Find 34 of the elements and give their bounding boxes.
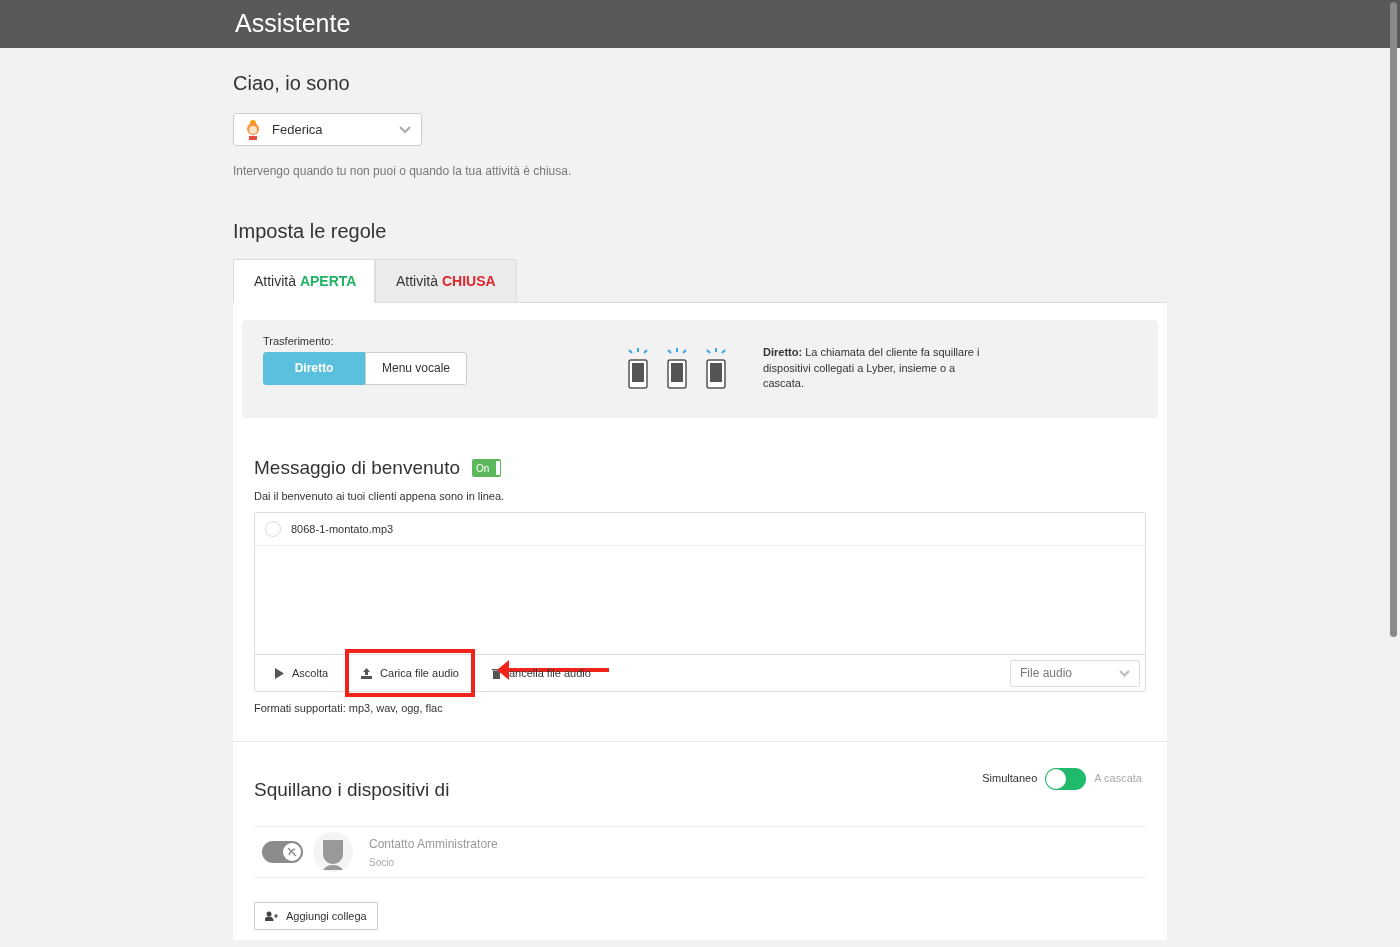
mode-label: A cascata	[1094, 771, 1142, 787]
supported-formats: Formati supportati: mp3, wav, ogg, flac	[254, 701, 444, 716]
avatar-icon	[244, 118, 262, 141]
section-heading: Ciao, io sono	[233, 71, 351, 96]
transfer-option[interactable]: Menu vocale	[365, 351, 467, 385]
assistant-description: Intervengo quando tu non puoi o quando la tua attività è chiusa.	[233, 163, 573, 180]
page-title: Assistente	[235, 8, 351, 40]
trash-icon	[491, 667, 501, 679]
person-silhouette-icon	[313, 832, 353, 872]
upload-icon	[361, 667, 373, 679]
add-user-icon	[265, 911, 278, 921]
welcome-description: Dai il benvenuto ai tuoi clienti appena sono in linea.	[254, 488, 506, 504]
tab[interactable]: Attività CHIUSA	[375, 259, 517, 303]
member-role: Socio	[369, 855, 395, 870]
radio-button[interactable]	[265, 521, 281, 537]
audio-action-button[interactable]: Ascolta	[275, 664, 329, 682]
mode-label: Simultaneo	[982, 771, 1038, 787]
chevron-down-icon	[399, 125, 411, 134]
member-name: Contatto Amministratore	[369, 835, 498, 853]
member-toggle[interactable]	[262, 841, 303, 863]
section-heading: Imposta le regole	[233, 219, 388, 244]
assistant-select[interactable]: Federica	[233, 113, 422, 146]
add-colleague-button[interactable]: Aggiungi collega	[254, 902, 378, 930]
transfer-explanation: Diretto: La chiamata del cliente fa squillare i dispositivi collegati a Lyber, insieme o a cascata.	[763, 345, 981, 391]
tab[interactable]: Attività APERTA	[233, 259, 375, 303]
audio-action-button[interactable]: Carica file audio	[361, 664, 459, 682]
audio-source-select[interactable]: File audio	[1010, 659, 1140, 687]
transfer-label: Trasferimento:	[263, 334, 335, 349]
section-heading: Messaggio di benvenuto	[254, 456, 460, 480]
audio-file-name[interactable]: 8068-1-montato.mp3	[291, 520, 394, 538]
section-heading: Squillano i dispositivi di	[254, 777, 450, 802]
play-icon	[275, 667, 284, 679]
mode-toggle[interactable]	[1045, 767, 1087, 790]
chevron-down-icon	[1119, 669, 1130, 677]
